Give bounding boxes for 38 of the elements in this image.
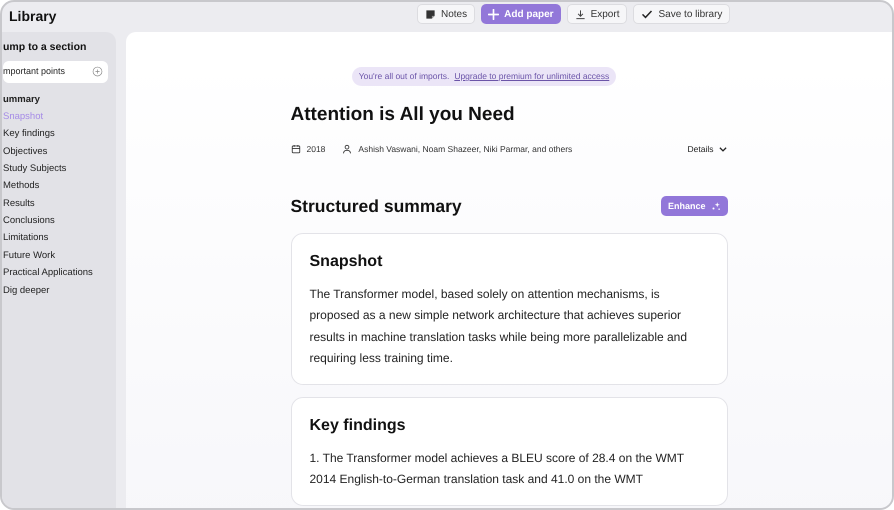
person-icon <box>342 144 352 154</box>
card-title: Key findings <box>310 416 407 436</box>
toolbar-button[interactable]: Save to library <box>633 4 730 24</box>
paper-year: 2018 <box>306 142 326 156</box>
sidebar-heading: ump to a section <box>3 40 88 55</box>
card-text: The Transformer model, based solely on attention mechanisms, is proposed as a new simple network architecture that achieves superior results in machine translation tasks while being more parallelizable and requiring less training time. <box>310 286 688 367</box>
details-button[interactable]: Details <box>688 142 728 156</box>
plus-icon <box>488 8 500 20</box>
sidebar-item[interactable]: Key findings <box>3 125 108 143</box>
window-title: Library <box>8 6 56 26</box>
sidebar-item[interactable]: Objectives <box>3 142 108 160</box>
sidebar-item[interactable]: Limitations <box>3 229 108 247</box>
paper-authors: Ashish Vaswani, Noam Shazeer, Niki Parmar, and others <box>358 142 572 156</box>
calendar-icon <box>290 144 300 154</box>
sparkle-icon <box>710 201 720 212</box>
sidebar-item[interactable]: Dig deeper <box>3 282 108 300</box>
check-icon <box>641 8 654 20</box>
notes-icon <box>425 8 436 20</box>
toolbar-button[interactable]: Export <box>566 4 628 24</box>
toolbar-button[interactable]: Add paper <box>481 4 561 24</box>
card-title: Snapshot <box>310 252 384 272</box>
card-text: 1. The Transformer model achieves a BLEU score of 28.4 on the WMT 2014 English-to-German translation task and 41.0 on the WMT <box>310 450 685 488</box>
enhance-button[interactable]: Enhance <box>660 196 728 216</box>
upgrade-link[interactable]: Upgrade to premium for unlimited access <box>454 70 610 83</box>
search-field[interactable]: mportant points <box>3 60 108 83</box>
paper-title: Attention is All you Need <box>290 103 516 127</box>
sidebar-item[interactable]: Practical Applications <box>3 264 108 282</box>
sidebar-item[interactable]: Methods <box>3 177 108 195</box>
sidebar-item[interactable]: Conclusions <box>3 212 108 230</box>
sidebar-item[interactable]: Results <box>3 194 108 212</box>
sidebar-item[interactable]: Future Work <box>3 246 108 264</box>
plus-circle-icon <box>92 66 103 78</box>
download-icon <box>574 8 586 20</box>
banner-text: You're all out of imports. <box>358 70 450 83</box>
toolbar-button[interactable]: Notes <box>417 4 476 24</box>
section-heading: Structured summary <box>290 195 462 218</box>
sidebar-group-label: ummary <box>3 92 41 107</box>
sidebar-item[interactable]: Study Subjects <box>3 160 108 178</box>
